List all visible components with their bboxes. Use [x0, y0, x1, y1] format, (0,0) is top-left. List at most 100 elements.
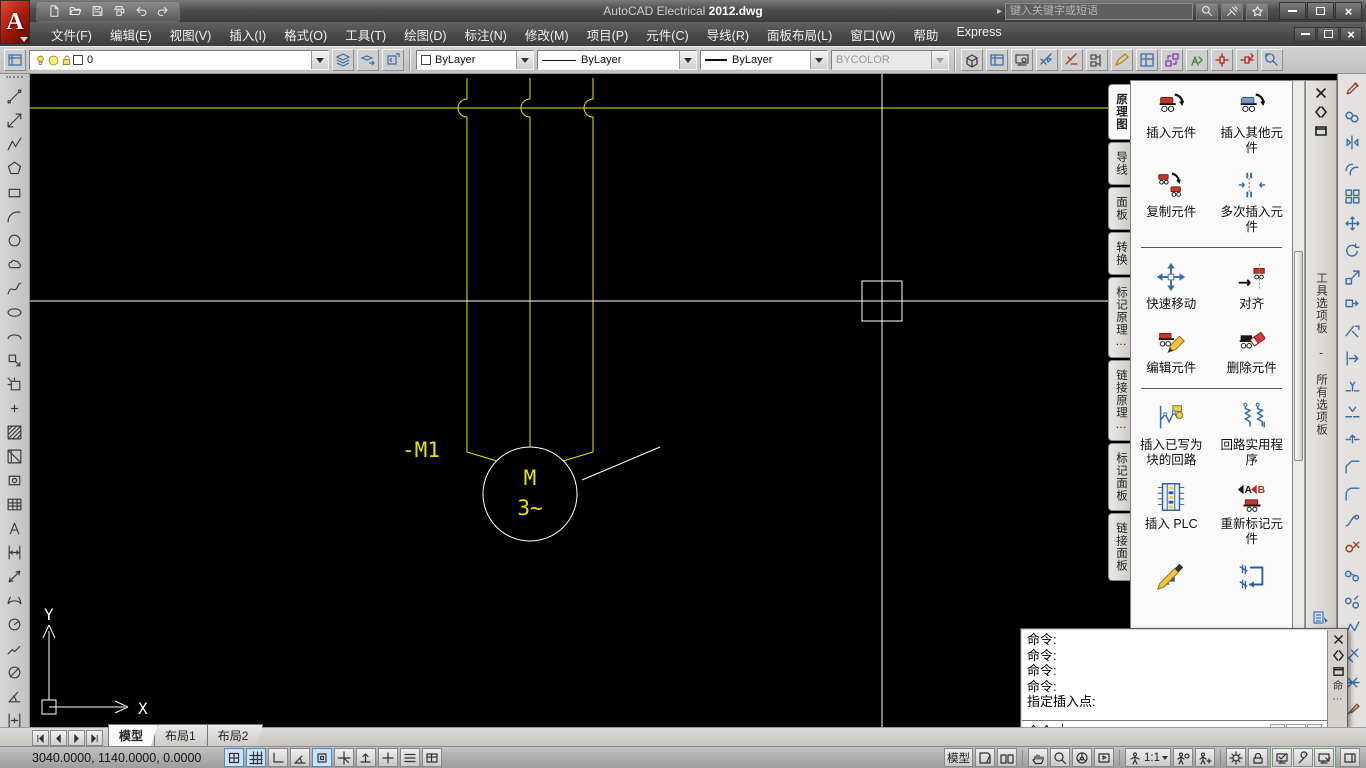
palette-tab-tag-panel[interactable]: 标记面板 [1108, 443, 1130, 511]
dim-angular-icon[interactable] [3, 684, 27, 708]
acade-wire-number-icon[interactable] [1111, 49, 1133, 71]
acade-project-manager-icon[interactable] [1011, 49, 1033, 71]
copy-icon[interactable] [1340, 102, 1365, 128]
palette-tab-link-panel[interactable]: 链接面板 [1108, 513, 1130, 581]
dim-jogged-icon[interactable] [3, 636, 27, 660]
palette-scrollbar[interactable] [1293, 80, 1305, 630]
zoom-window-icon[interactable] [1261, 49, 1283, 71]
grid-toggle[interactable] [246, 748, 266, 767]
command-properties-icon[interactable] [1331, 664, 1345, 678]
insert-block-icon[interactable] [3, 348, 27, 372]
acade-edit-attributes-icon[interactable] [1186, 49, 1208, 71]
toolbar-lock-button[interactable] [1248, 748, 1268, 767]
quick-view-layouts-button[interactable] [975, 748, 995, 767]
ellipse-arc-icon[interactable] [3, 324, 27, 348]
palette-tab-schematic[interactable]: 原理图 [1108, 84, 1130, 140]
move-icon[interactable] [1340, 210, 1365, 236]
menu-panel-layout[interactable]: 面板布局(L) [758, 22, 841, 47]
mirror-icon[interactable] [1340, 129, 1365, 155]
pan-button[interactable] [1028, 748, 1048, 767]
menu-project[interactable]: 项目(P) [578, 22, 638, 47]
region-icon[interactable] [3, 468, 27, 492]
hardware-ok-button[interactable] [1272, 748, 1292, 767]
palette-item-insert-component[interactable]: 插入元件 [1131, 89, 1212, 156]
arc-icon[interactable] [3, 204, 27, 228]
extend-icon[interactable] [1340, 345, 1365, 371]
quick-view-drawings-button[interactable] [997, 748, 1017, 767]
doc-close-button[interactable]: × [1340, 27, 1362, 42]
autoscale-button[interactable] [1195, 748, 1215, 767]
infocenter-expand-icon[interactable]: ▸ [997, 6, 1002, 17]
chamfer-icon[interactable] [1340, 453, 1365, 479]
infocenter-search-button[interactable] [1196, 3, 1218, 20]
palette-autohide-icon[interactable] [1313, 104, 1329, 120]
ducs-toggle[interactable] [356, 748, 376, 767]
showmotion-button[interactable] [1094, 748, 1114, 767]
acade-panel-bom-icon[interactable] [1136, 49, 1158, 71]
palette-item-copy-component[interactable]: 复制元件 [1131, 168, 1212, 235]
menu-view[interactable]: 视图(V) [161, 22, 221, 47]
construction-line-icon[interactable] [3, 108, 27, 132]
palette-tab-wires[interactable]: 导线 [1108, 142, 1130, 185]
layer-properties-manager-button[interactable] [4, 49, 26, 71]
palette-tab-convert[interactable]: 转换 [1108, 232, 1130, 275]
dim-aligned-icon[interactable] [3, 564, 27, 588]
new-file-icon[interactable] [43, 3, 63, 20]
favorites-button[interactable] [1246, 3, 1268, 20]
scale-icon[interactable] [1340, 264, 1365, 290]
offset-icon[interactable] [1340, 156, 1365, 182]
workspace-switching-button[interactable] [1226, 748, 1246, 767]
save-icon[interactable] [87, 3, 107, 20]
point-icon[interactable] [3, 396, 27, 420]
osnap-toggle[interactable] [312, 748, 332, 767]
palette-item-retag-component[interactable]: AB 重新标记元件 [1212, 480, 1293, 547]
break-icon[interactable] [1340, 399, 1365, 425]
palette-scrollbar-thumb[interactable] [1294, 251, 1303, 461]
palette-tab-panel[interactable]: 面板 [1108, 187, 1130, 230]
doc-minimize-button[interactable] [1294, 27, 1316, 42]
model-space-button[interactable]: 模型 [944, 748, 973, 767]
layer-combo-dropdown[interactable] [311, 51, 328, 69]
layer-combo[interactable]: 0 [29, 50, 329, 70]
first-tab-icon[interactable] [32, 730, 49, 746]
open-file-icon[interactable] [65, 3, 85, 20]
palette-properties-icon[interactable] [1313, 123, 1329, 139]
minimize-button[interactable] [1279, 2, 1306, 20]
performance-tuner-button[interactable] [1293, 748, 1313, 767]
linetype-combo-dropdown[interactable] [679, 51, 696, 69]
zoom-button[interactable] [1050, 748, 1070, 767]
polygon-icon[interactable] [3, 156, 27, 180]
join-icon[interactable] [1340, 426, 1365, 452]
fillet-icon[interactable] [1340, 480, 1365, 506]
spline-icon[interactable] [3, 276, 27, 300]
command-close-icon[interactable] [1331, 632, 1345, 646]
lineweight-combo-dropdown[interactable] [810, 51, 827, 69]
trim-icon[interactable] [1340, 318, 1365, 344]
palette-item-edit-wire[interactable] [1131, 559, 1212, 593]
polar-toggle[interactable] [290, 748, 310, 767]
menu-wire[interactable]: 导线(R) [698, 22, 758, 47]
qp-toggle[interactable] [422, 748, 442, 767]
application-menu-button[interactable]: A [0, 0, 30, 44]
acade-component-blocks-icon[interactable] [1161, 49, 1183, 71]
menu-modify[interactable]: 修改(M) [516, 22, 578, 47]
doc-restore-button[interactable] [1317, 27, 1339, 42]
lineweight-combo[interactable]: ByLayer [700, 50, 828, 70]
toolbar-grip[interactable] [6, 76, 23, 82]
mtext-icon[interactable] [3, 516, 27, 540]
palette-item-insert-circuit[interactable]: 插入已写为块的回路 [1131, 401, 1212, 468]
palette-item-delete-component[interactable]: 删除元件 [1212, 324, 1293, 376]
rotate-icon[interactable] [1340, 237, 1365, 263]
dim-radius-icon[interactable] [3, 612, 27, 636]
palette-flyout-icon[interactable] [1313, 609, 1329, 625]
stretch-icon[interactable] [1340, 291, 1365, 317]
palette-item-edit-component[interactable]: 编辑元件 [1131, 324, 1212, 376]
tab-layout2[interactable]: 布局2 [207, 724, 264, 746]
communication-center-button[interactable] [1221, 3, 1243, 20]
color-combo[interactable]: ByLayer [416, 50, 534, 70]
palette-item-wire-sequence[interactable] [1212, 559, 1293, 593]
palette-item-insert-plc[interactable]: 插入 PLC [1131, 480, 1212, 547]
delete-duplicates-icon[interactable] [1340, 534, 1365, 560]
layer-previous-icon[interactable] [382, 49, 404, 71]
palette-tab-link-schematic[interactable]: 链接原理… [1108, 360, 1130, 441]
